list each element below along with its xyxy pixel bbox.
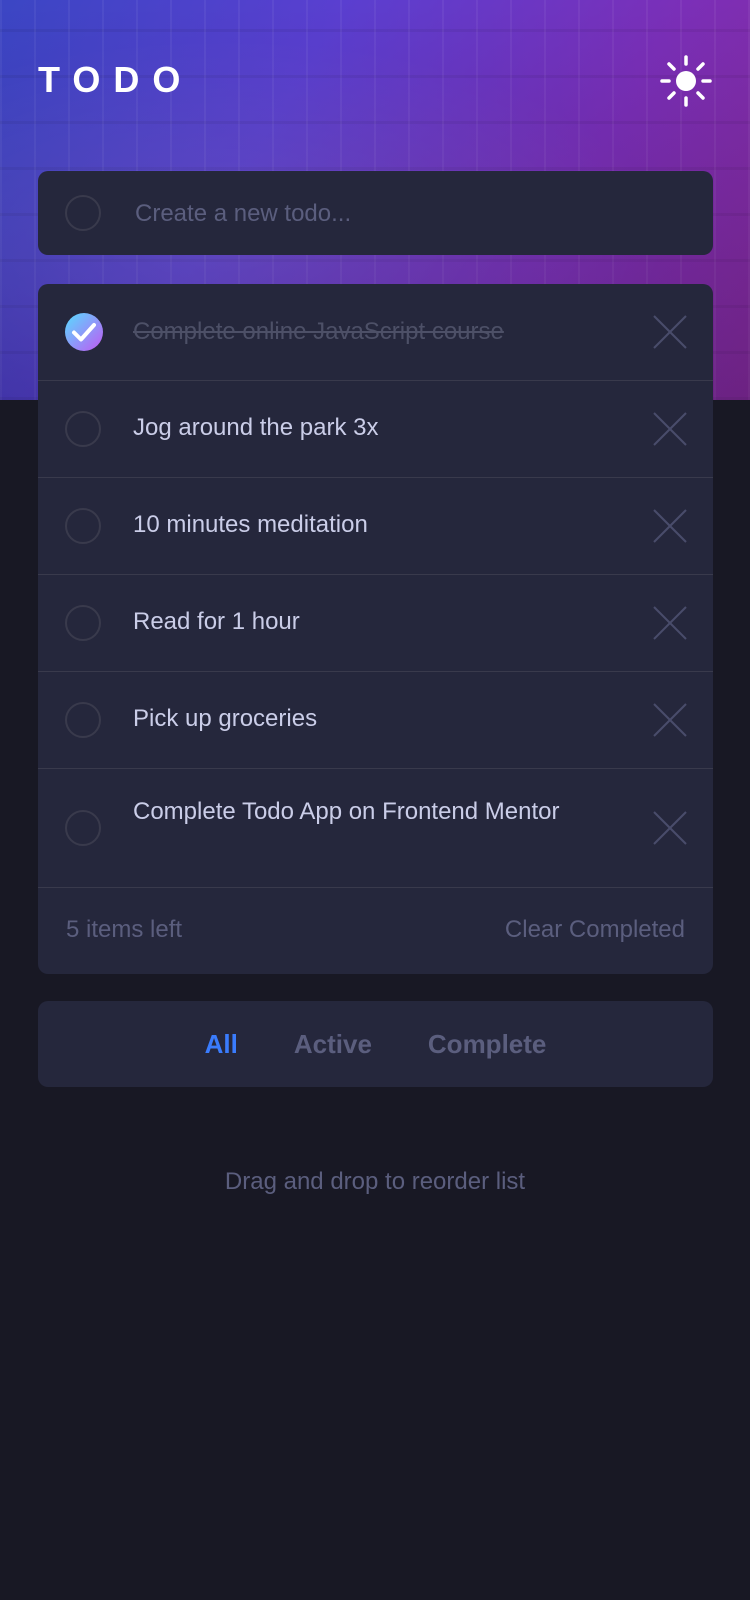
todo-check-circle[interactable] xyxy=(65,810,101,846)
filter-complete[interactable]: Complete xyxy=(428,1029,546,1060)
todo-text: Jog around the park 3x xyxy=(133,414,379,441)
delete-todo-button[interactable] xyxy=(650,808,690,848)
todo-item[interactable]: Pick up groceries xyxy=(38,672,713,769)
delete-todo-button[interactable] xyxy=(650,700,690,740)
drag-drop-hint: Drag and drop to reorder list xyxy=(224,1168,526,1195)
todo-text: Read for 1 hour xyxy=(133,608,300,635)
checked-checkbox[interactable] xyxy=(65,313,103,351)
todo-item[interactable]: Complete Todo App on Frontend Mentor xyxy=(38,769,713,888)
todo-text: Complete Todo App on Frontend Mentor xyxy=(133,798,560,825)
close-icon xyxy=(653,606,687,640)
todo-item[interactable]: Jog around the park 3x xyxy=(38,381,713,478)
close-icon xyxy=(653,412,687,446)
todo-item[interactable]: Read for 1 hour xyxy=(38,575,713,672)
todo-check-circle[interactable] xyxy=(65,508,101,544)
todo-check-circle[interactable] xyxy=(65,411,101,447)
delete-todo-button[interactable] xyxy=(650,506,690,546)
new-todo-check-circle[interactable] xyxy=(65,195,101,231)
filter-all[interactable]: All xyxy=(205,1029,238,1060)
delete-todo-button[interactable] xyxy=(650,409,690,449)
sun-icon xyxy=(660,55,712,107)
todo-check-circle[interactable] xyxy=(65,702,101,738)
delete-todo-button[interactable] xyxy=(650,312,690,352)
todo-item[interactable]: Complete online JavaScript course xyxy=(38,284,713,381)
todo-text: 10 minutes meditation xyxy=(133,511,368,538)
items-left-count: 5 items left xyxy=(66,916,183,943)
todo-text: Pick up groceries xyxy=(133,705,318,732)
close-icon xyxy=(653,703,687,737)
theme-toggle-button[interactable] xyxy=(660,55,712,107)
todo-check-circle[interactable] xyxy=(65,605,101,641)
filter-bar: All Active Complete xyxy=(38,1001,713,1087)
todo-text: Complete online JavaScript course xyxy=(133,318,504,345)
list-footer: 5 items left Clear Completed xyxy=(38,888,713,974)
new-todo-input[interactable] xyxy=(133,191,677,237)
close-icon xyxy=(653,811,687,845)
todo-list: Complete online JavaScript course Jog ar… xyxy=(38,284,713,974)
close-icon xyxy=(653,315,687,349)
filter-active[interactable]: Active xyxy=(294,1029,372,1060)
checkmark-icon xyxy=(72,323,96,342)
app-title: TODO xyxy=(38,59,194,100)
todo-item[interactable]: 10 minutes meditation xyxy=(38,478,713,575)
close-icon xyxy=(653,509,687,543)
delete-todo-button[interactable] xyxy=(650,603,690,643)
clear-completed-button[interactable]: Clear Completed xyxy=(505,916,685,944)
new-todo-form xyxy=(38,171,713,255)
